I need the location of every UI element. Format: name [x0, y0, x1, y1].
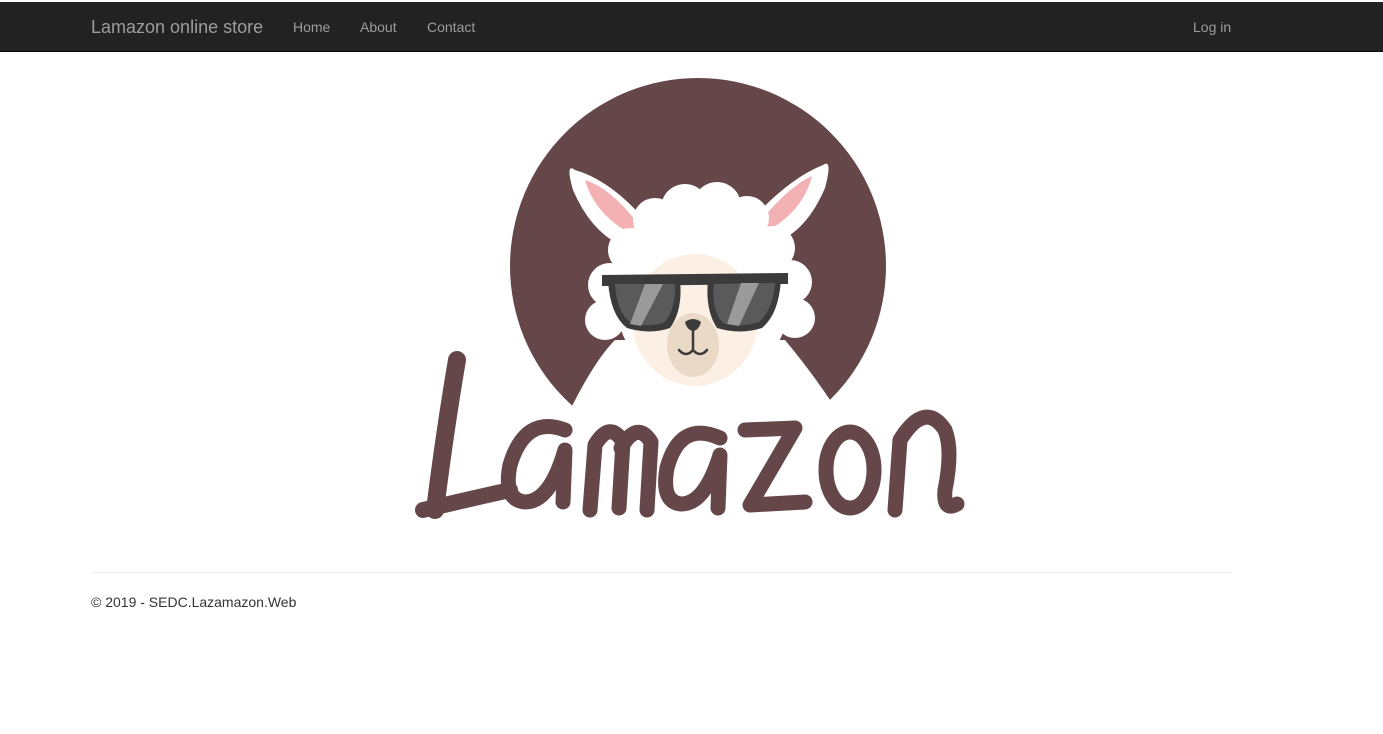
- nav-home-link[interactable]: Home: [293, 2, 330, 52]
- footer-divider: [91, 572, 1231, 573]
- llama-logo-image: [415, 78, 965, 519]
- brand-link[interactable]: Lamazon online store: [91, 2, 263, 52]
- footer-copyright: © 2019 - SEDC.Lazamazon.Web: [91, 594, 297, 610]
- nav-contact-link[interactable]: Contact: [427, 2, 475, 52]
- top-navbar: Lamazon online store Home About Contact …: [0, 2, 1383, 52]
- nav-about-link[interactable]: About: [360, 2, 397, 52]
- lamazon-logo: [405, 70, 980, 540]
- login-link[interactable]: Log in: [1193, 2, 1231, 52]
